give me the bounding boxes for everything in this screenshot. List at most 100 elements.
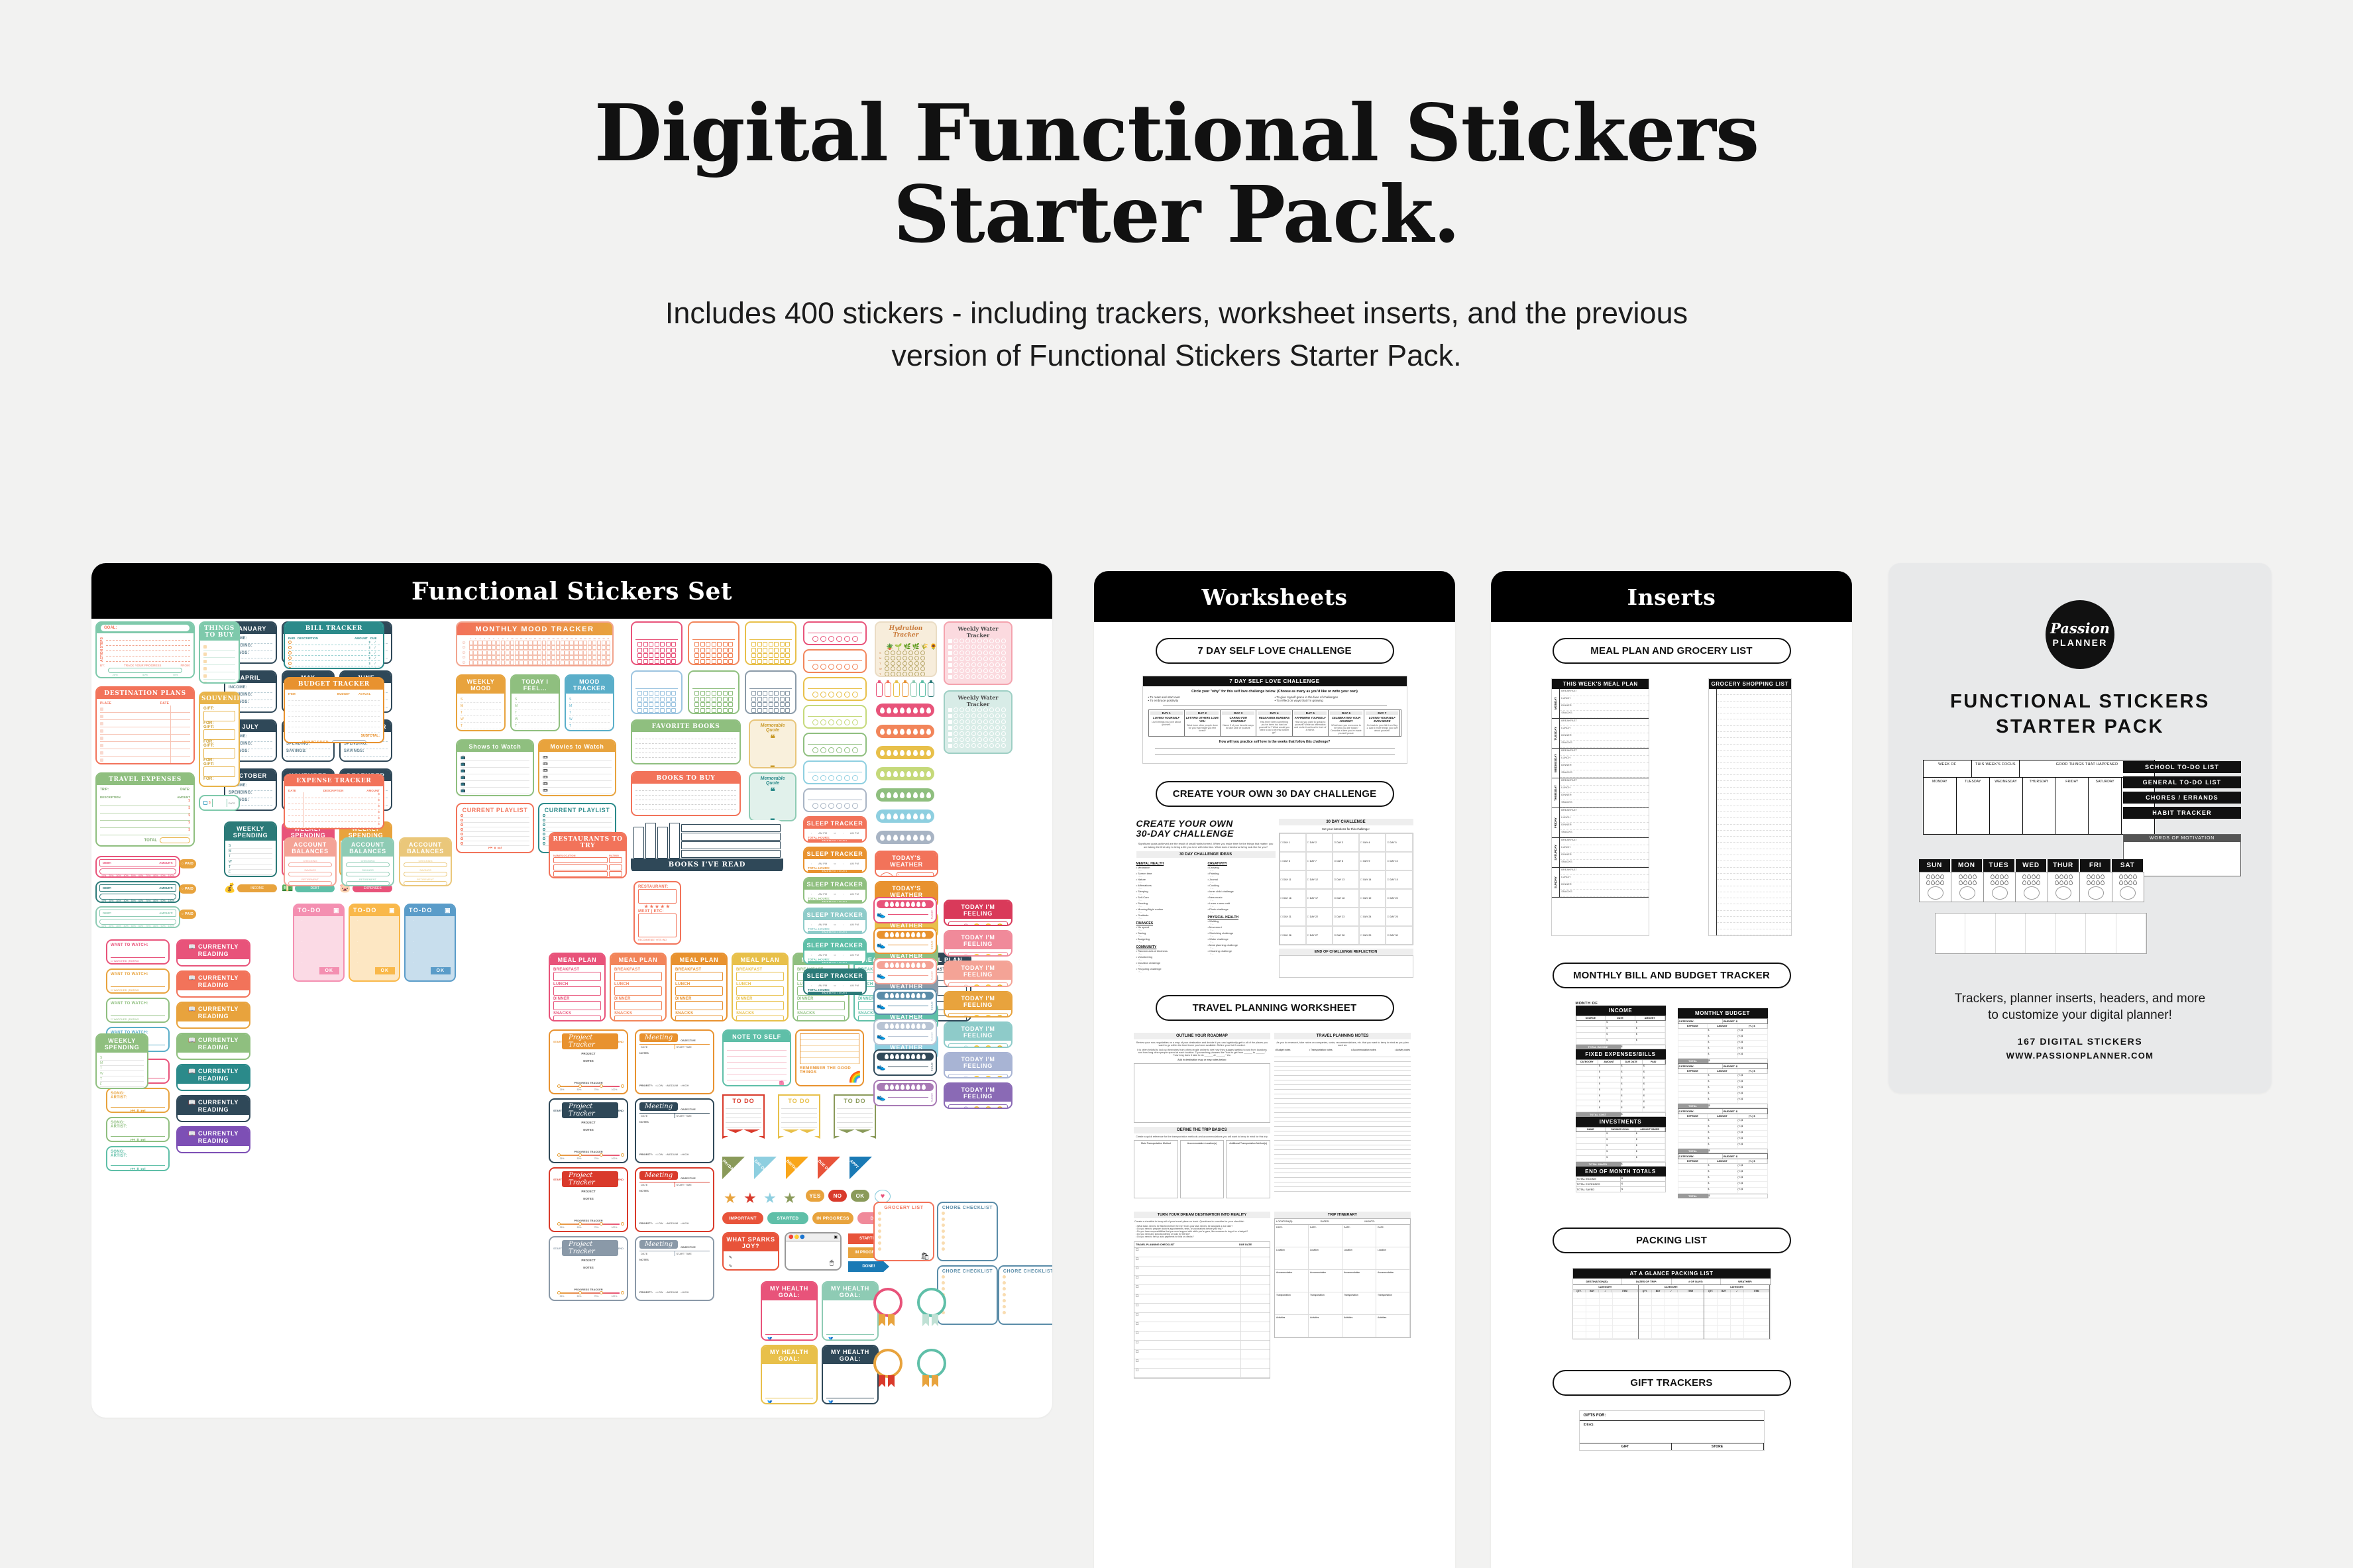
grocery-row[interactable] [1716, 904, 1791, 911]
itinerary-cell[interactable]: Accommodation [1376, 1270, 1409, 1292]
destination-row[interactable] [100, 735, 190, 742]
water-dot[interactable] [1001, 707, 1006, 712]
mood-cell[interactable] [505, 645, 510, 650]
water-dot[interactable] [959, 737, 964, 742]
water-dot[interactable] [971, 639, 976, 643]
challenge-day-cell[interactable]: ☐ DAY 9 [1359, 852, 1386, 870]
mood-cell[interactable] [533, 655, 537, 660]
hydration-dot[interactable] [903, 672, 907, 676]
buy-row[interactable] [203, 680, 235, 682]
face-icon[interactable]: 😀 [985, 1045, 992, 1047]
water-drop[interactable] [906, 792, 911, 798]
mood-cell[interactable] [523, 665, 527, 666]
mood-cell[interactable] [574, 660, 578, 665]
mood-cell[interactable] [468, 655, 473, 660]
mood-cell[interactable] [496, 655, 501, 660]
note-line[interactable] [1274, 1159, 1411, 1164]
souvenir-field[interactable] [203, 711, 235, 721]
step-drop[interactable] [885, 1023, 889, 1029]
todo-row[interactable]: · [353, 940, 396, 951]
grocery-row[interactable] [1716, 923, 1791, 929]
water-dot[interactable] [971, 713, 976, 718]
note-line[interactable] [1274, 1155, 1411, 1159]
expense-row[interactable]: $ [288, 816, 380, 822]
face-icon[interactable]: 😫 [997, 954, 1003, 955]
step-drop[interactable] [890, 1084, 894, 1090]
water-day-box[interactable] [948, 645, 952, 649]
water-dot[interactable] [995, 668, 1000, 673]
water-drop[interactable] [926, 792, 931, 798]
water-dot[interactable] [965, 656, 970, 661]
progress-dot[interactable] [557, 1084, 561, 1088]
itinerary-cell[interactable]: Activities [1309, 1315, 1342, 1337]
mood-cell[interactable] [473, 650, 478, 655]
step-drop[interactable] [895, 993, 899, 998]
step-drop[interactable] [911, 932, 915, 937]
water-dot[interactable] [954, 719, 958, 724]
water-dot[interactable] [959, 639, 964, 643]
sticker-water-drop-bar[interactable] [876, 767, 934, 780]
note-line[interactable] [1274, 1127, 1411, 1131]
mood-cell[interactable] [478, 665, 482, 666]
destination-row[interactable] [100, 720, 190, 727]
itinerary-cell[interactable]: Accommodation [1275, 1270, 1308, 1292]
hydration-dot[interactable] [914, 651, 919, 655]
water-dot[interactable] [1001, 662, 1006, 667]
grocery-row[interactable] [1716, 825, 1791, 831]
todo-row[interactable]: · [298, 951, 340, 961]
water-drop[interactable] [899, 834, 904, 841]
goal-progress-bar[interactable] [108, 668, 182, 673]
meal-row[interactable]: LUNCH [1560, 756, 1649, 763]
step-drop[interactable] [890, 932, 894, 937]
water-dot[interactable] [989, 662, 994, 667]
meal-row[interactable]: BREAKFAST [1560, 689, 1649, 696]
mood-cell[interactable] [487, 660, 492, 665]
mood-cell[interactable] [541, 660, 547, 665]
meal-row[interactable]: DINNER [1560, 853, 1649, 860]
window-close-icon[interactable]: ▣ [445, 907, 451, 914]
water-dot[interactable] [959, 645, 964, 649]
step-drop[interactable] [885, 902, 889, 907]
water-dot[interactable] [965, 737, 970, 742]
itinerary-cell[interactable]: Transportation [1309, 1292, 1342, 1315]
water-day-box[interactable] [948, 719, 952, 724]
mood-cell[interactable] [482, 660, 487, 665]
water-drop[interactable] [886, 749, 891, 756]
todo-ok-button[interactable]: OK [374, 967, 395, 974]
progress-dot[interactable] [557, 1153, 561, 1157]
water-dot[interactable] [965, 725, 970, 730]
mood-cell[interactable] [606, 660, 610, 665]
dot-row[interactable] [808, 661, 862, 672]
face-icon[interactable]: ☺ [953, 923, 958, 925]
watch-row[interactable]: 📺 [461, 794, 529, 795]
budget-row[interactable] [288, 722, 380, 727]
packing-head-col[interactable]: DESTINATION(S): [1573, 1279, 1622, 1284]
insert-pill-meal-plan[interactable]: MEAL PLAN AND GROCERY LIST [1552, 638, 1791, 664]
mood-cell[interactable] [528, 640, 533, 645]
water-dot[interactable] [983, 645, 988, 649]
note-line[interactable] [1274, 1178, 1411, 1182]
grocery-row[interactable] [1716, 732, 1791, 739]
budget-saved-field[interactable] [331, 740, 366, 742]
face-icon[interactable]: ☹ [963, 984, 968, 986]
water-drop[interactable] [906, 813, 911, 819]
water-dot[interactable] [971, 731, 976, 736]
mood-cell[interactable] [606, 665, 610, 666]
hydration-dot[interactable] [914, 656, 919, 660]
dot-row[interactable] [808, 633, 862, 644]
challenge-day-cell[interactable]: ☐ DAY 28 [1332, 926, 1360, 945]
mood-cell[interactable] [578, 650, 583, 655]
mood-cell[interactable] [496, 650, 501, 655]
mood-cell[interactable] [528, 660, 533, 665]
trip-basics-col[interactable]: Accommodation Location(s) [1179, 1140, 1225, 1198]
debt-progress-bar[interactable] [99, 919, 176, 925]
progress-dot[interactable] [578, 1153, 582, 1157]
packing-row[interactable] [1572, 1326, 1638, 1332]
step-drop[interactable] [922, 902, 926, 907]
restaurant-row[interactable] [553, 871, 622, 877]
water-dot[interactable] [995, 662, 1000, 667]
water-drop[interactable] [919, 792, 924, 798]
challenge-day-cell[interactable]: ☐ DAY 26 [1279, 926, 1306, 945]
mood-cell[interactable] [514, 645, 519, 650]
water-dot[interactable] [965, 674, 970, 679]
